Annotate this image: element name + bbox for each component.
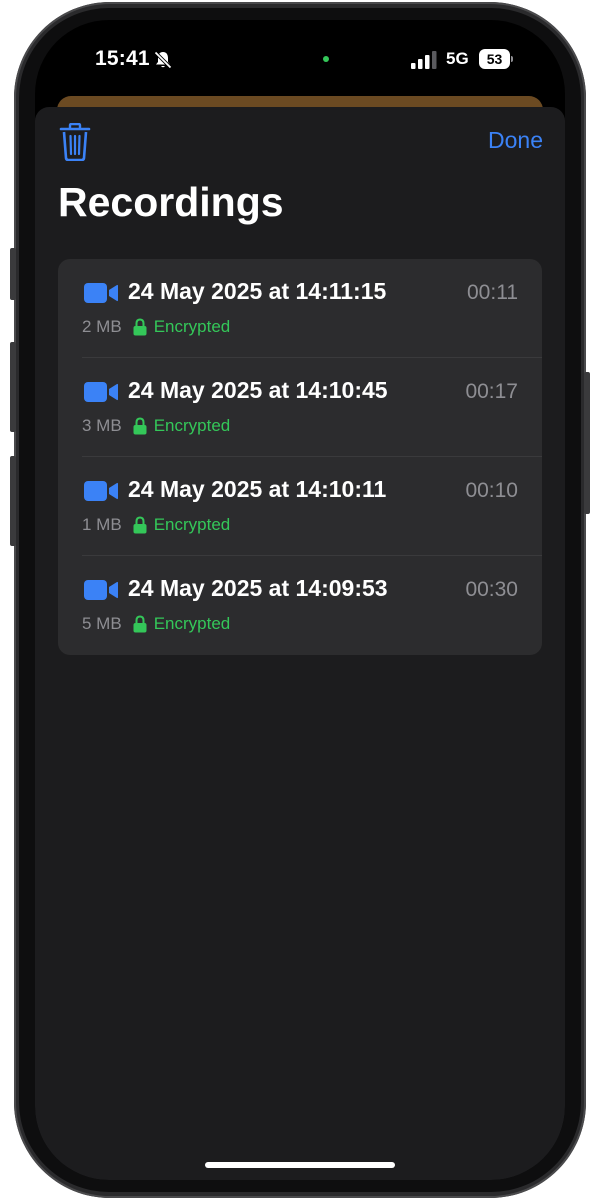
encrypted-label: Encrypted [153,416,231,435]
recording-title: 24 May 2025 at 14:10:11 [128,476,387,502]
video-camera-icon [84,282,118,304]
battery-level: 53 [479,49,510,69]
recording-size: 2 MB [82,317,122,336]
action-button [10,248,16,300]
lock-icon [133,516,147,534]
bell-slash-icon [153,50,173,70]
lock-icon [133,615,147,633]
recording-size: 1 MB [82,515,122,534]
recording-meta: 3 MB Encrypted [82,415,230,437]
volume-up-button [10,342,16,432]
power-button [584,372,590,514]
recording-duration: 00:17 [465,380,518,403]
encrypted-label: Encrypted [153,317,231,336]
status-bar: 15:41 5G 53 [35,20,565,100]
recording-duration: 00:10 [465,479,518,502]
network-type: 5G [446,49,469,68]
recording-title: 24 May 2025 at 14:10:45 [128,377,388,403]
recording-meta: 2 MB Encrypted [82,316,230,338]
cellular-signal-icon [411,51,437,69]
screen: 15:41 5G 53 Done Recordings 24 May 2025 … [35,20,565,1180]
recording-duration: 00:11 [467,281,518,304]
battery-indicator: 53 [479,49,513,69]
video-camera-icon [84,579,118,601]
lock-icon [133,318,147,336]
recordings-sheet: Done Recordings 24 May 2025 at 14:11:15 … [35,107,565,1180]
recording-row[interactable]: 24 May 2025 at 14:10:11 00:10 1 MB Encry… [58,457,542,556]
home-indicator[interactable] [205,1162,395,1168]
recording-title: 24 May 2025 at 14:09:53 [128,575,388,601]
video-camera-icon [84,480,118,502]
encrypted-label: Encrypted [153,614,231,633]
battery-tip [511,56,513,62]
volume-down-button [10,456,16,546]
recordings-list: 24 May 2025 at 14:11:15 00:11 2 MB Encry… [58,259,542,655]
trash-icon[interactable] [59,122,91,162]
recording-size: 3 MB [82,416,122,435]
recording-duration: 00:30 [465,578,518,601]
recording-size: 5 MB [82,614,122,633]
encrypted-label: Encrypted [153,515,231,534]
recording-title: 24 May 2025 at 14:11:15 [128,278,387,304]
recording-row[interactable]: 24 May 2025 at 14:10:45 00:17 3 MB Encry… [58,358,542,457]
lock-icon [133,417,147,435]
recording-meta: 1 MB Encrypted [82,514,230,536]
done-button[interactable]: Done [488,127,543,154]
video-camera-icon [84,381,118,403]
recording-meta: 5 MB Encrypted [82,613,230,635]
status-time: 15:41 [95,47,150,70]
camera-in-use-indicator [323,56,329,62]
recording-row[interactable]: 24 May 2025 at 14:09:53 00:30 5 MB Encry… [58,556,542,655]
recording-row[interactable]: 24 May 2025 at 14:11:15 00:11 2 MB Encry… [58,259,542,358]
page-title: Recordings [58,179,284,225]
